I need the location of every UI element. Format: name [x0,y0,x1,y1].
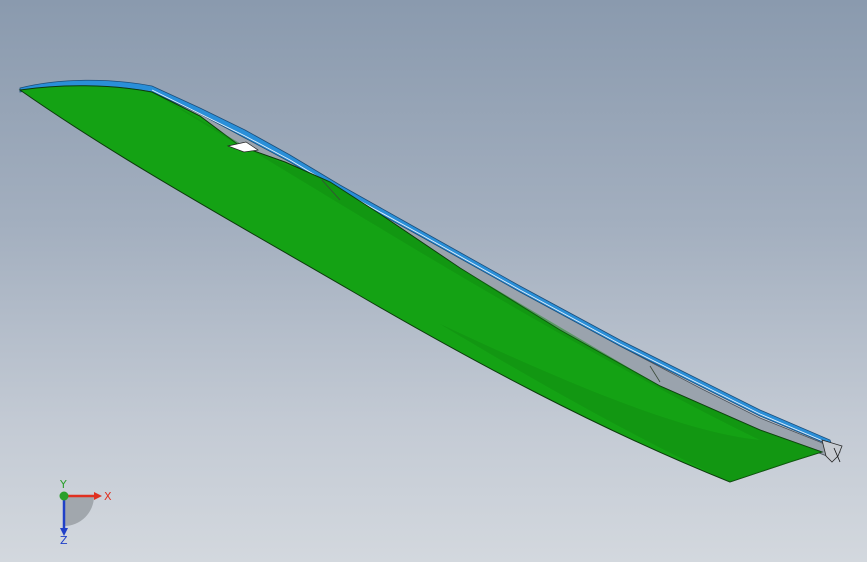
orientation-triad[interactable]: X Z Y [44,478,124,548]
x-axis-arrow [94,492,102,500]
graphics-viewport[interactable]: X Z Y [0,0,867,562]
triad-shade [64,496,94,526]
x-axis-label: X [104,490,112,503]
z-axis-label: Z [60,534,68,547]
blade-model[interactable] [0,0,867,562]
y-axis-dot [59,491,69,501]
blade-green-face[interactable] [18,85,824,483]
y-axis-label: Y [59,478,67,491]
